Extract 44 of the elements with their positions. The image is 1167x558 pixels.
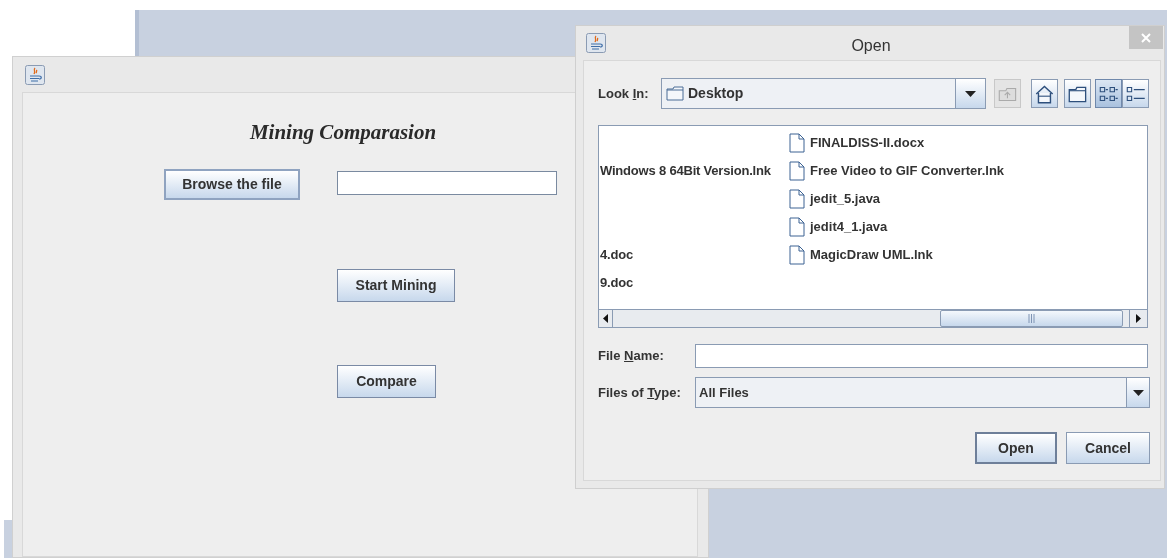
scroll-left-arrow-icon[interactable] [603, 314, 608, 323]
view-toggle-button[interactable] [1122, 79, 1149, 108]
dropdown-value: Desktop [688, 84, 745, 103]
app-icon [586, 33, 606, 53]
toolbar-button[interactable] [1064, 79, 1091, 108]
file-name-field[interactable] [695, 344, 1148, 368]
file-list-item[interactable]: jedit_5.java [810, 189, 881, 209]
scroll-right-arrow-icon[interactable] [1136, 314, 1141, 323]
file-icon [789, 189, 805, 209]
file-name-label: File Name: [598, 347, 665, 366]
window-heading: Mining Comparasion [248, 119, 438, 146]
scrollbar-thumb[interactable] [940, 310, 1123, 327]
file-icon [789, 161, 805, 181]
file-list-item[interactable]: FINALDISS-II.docx [810, 133, 925, 153]
file-list-item[interactable]: Windows 8 64Bit Version.lnk [600, 163, 771, 179]
dialog-title: Open [850, 36, 892, 56]
file-list-item[interactable]: 4.doc [600, 247, 633, 263]
file-path-field[interactable] [337, 171, 557, 195]
app-icon [25, 64, 45, 85]
grip-icon [1028, 314, 1035, 323]
dropdown-value: All Files [699, 383, 750, 402]
horizontal-scrollbar[interactable] [599, 309, 1147, 327]
cancel-button[interactable]: Cancel [1066, 432, 1150, 464]
caret-icon [1132, 389, 1144, 396]
toolbar-button[interactable] [1031, 79, 1058, 108]
look-in-label: Look In: [598, 84, 650, 103]
file-type-dropdown[interactable]: All Files [695, 377, 1150, 408]
file-list-item[interactable]: jedit4_1.java [810, 217, 888, 237]
file-list-item[interactable]: Free Video to GIF Converter.lnk [810, 161, 1005, 181]
folder-icon [666, 86, 684, 101]
file-type-label: Files of Type: [598, 383, 682, 402]
file-list-item[interactable]: 9.doc [600, 275, 633, 291]
start-mining-button[interactable]: Start Mining [337, 269, 455, 302]
browse-button[interactable]: Browse the file [164, 169, 300, 200]
file-icon [789, 245, 805, 265]
caret-icon [965, 90, 976, 97]
look-in-dropdown[interactable]: Desktop [661, 78, 986, 109]
file-icon [789, 217, 805, 237]
close-icon [1141, 32, 1151, 43]
file-icon [789, 133, 805, 153]
view-toggle-button[interactable] [1095, 79, 1122, 108]
compare-button[interactable]: Compare [337, 365, 436, 398]
file-list-item[interactable]: MagicDraw UML.lnk [810, 245, 933, 265]
open-button[interactable]: Open [975, 432, 1057, 464]
